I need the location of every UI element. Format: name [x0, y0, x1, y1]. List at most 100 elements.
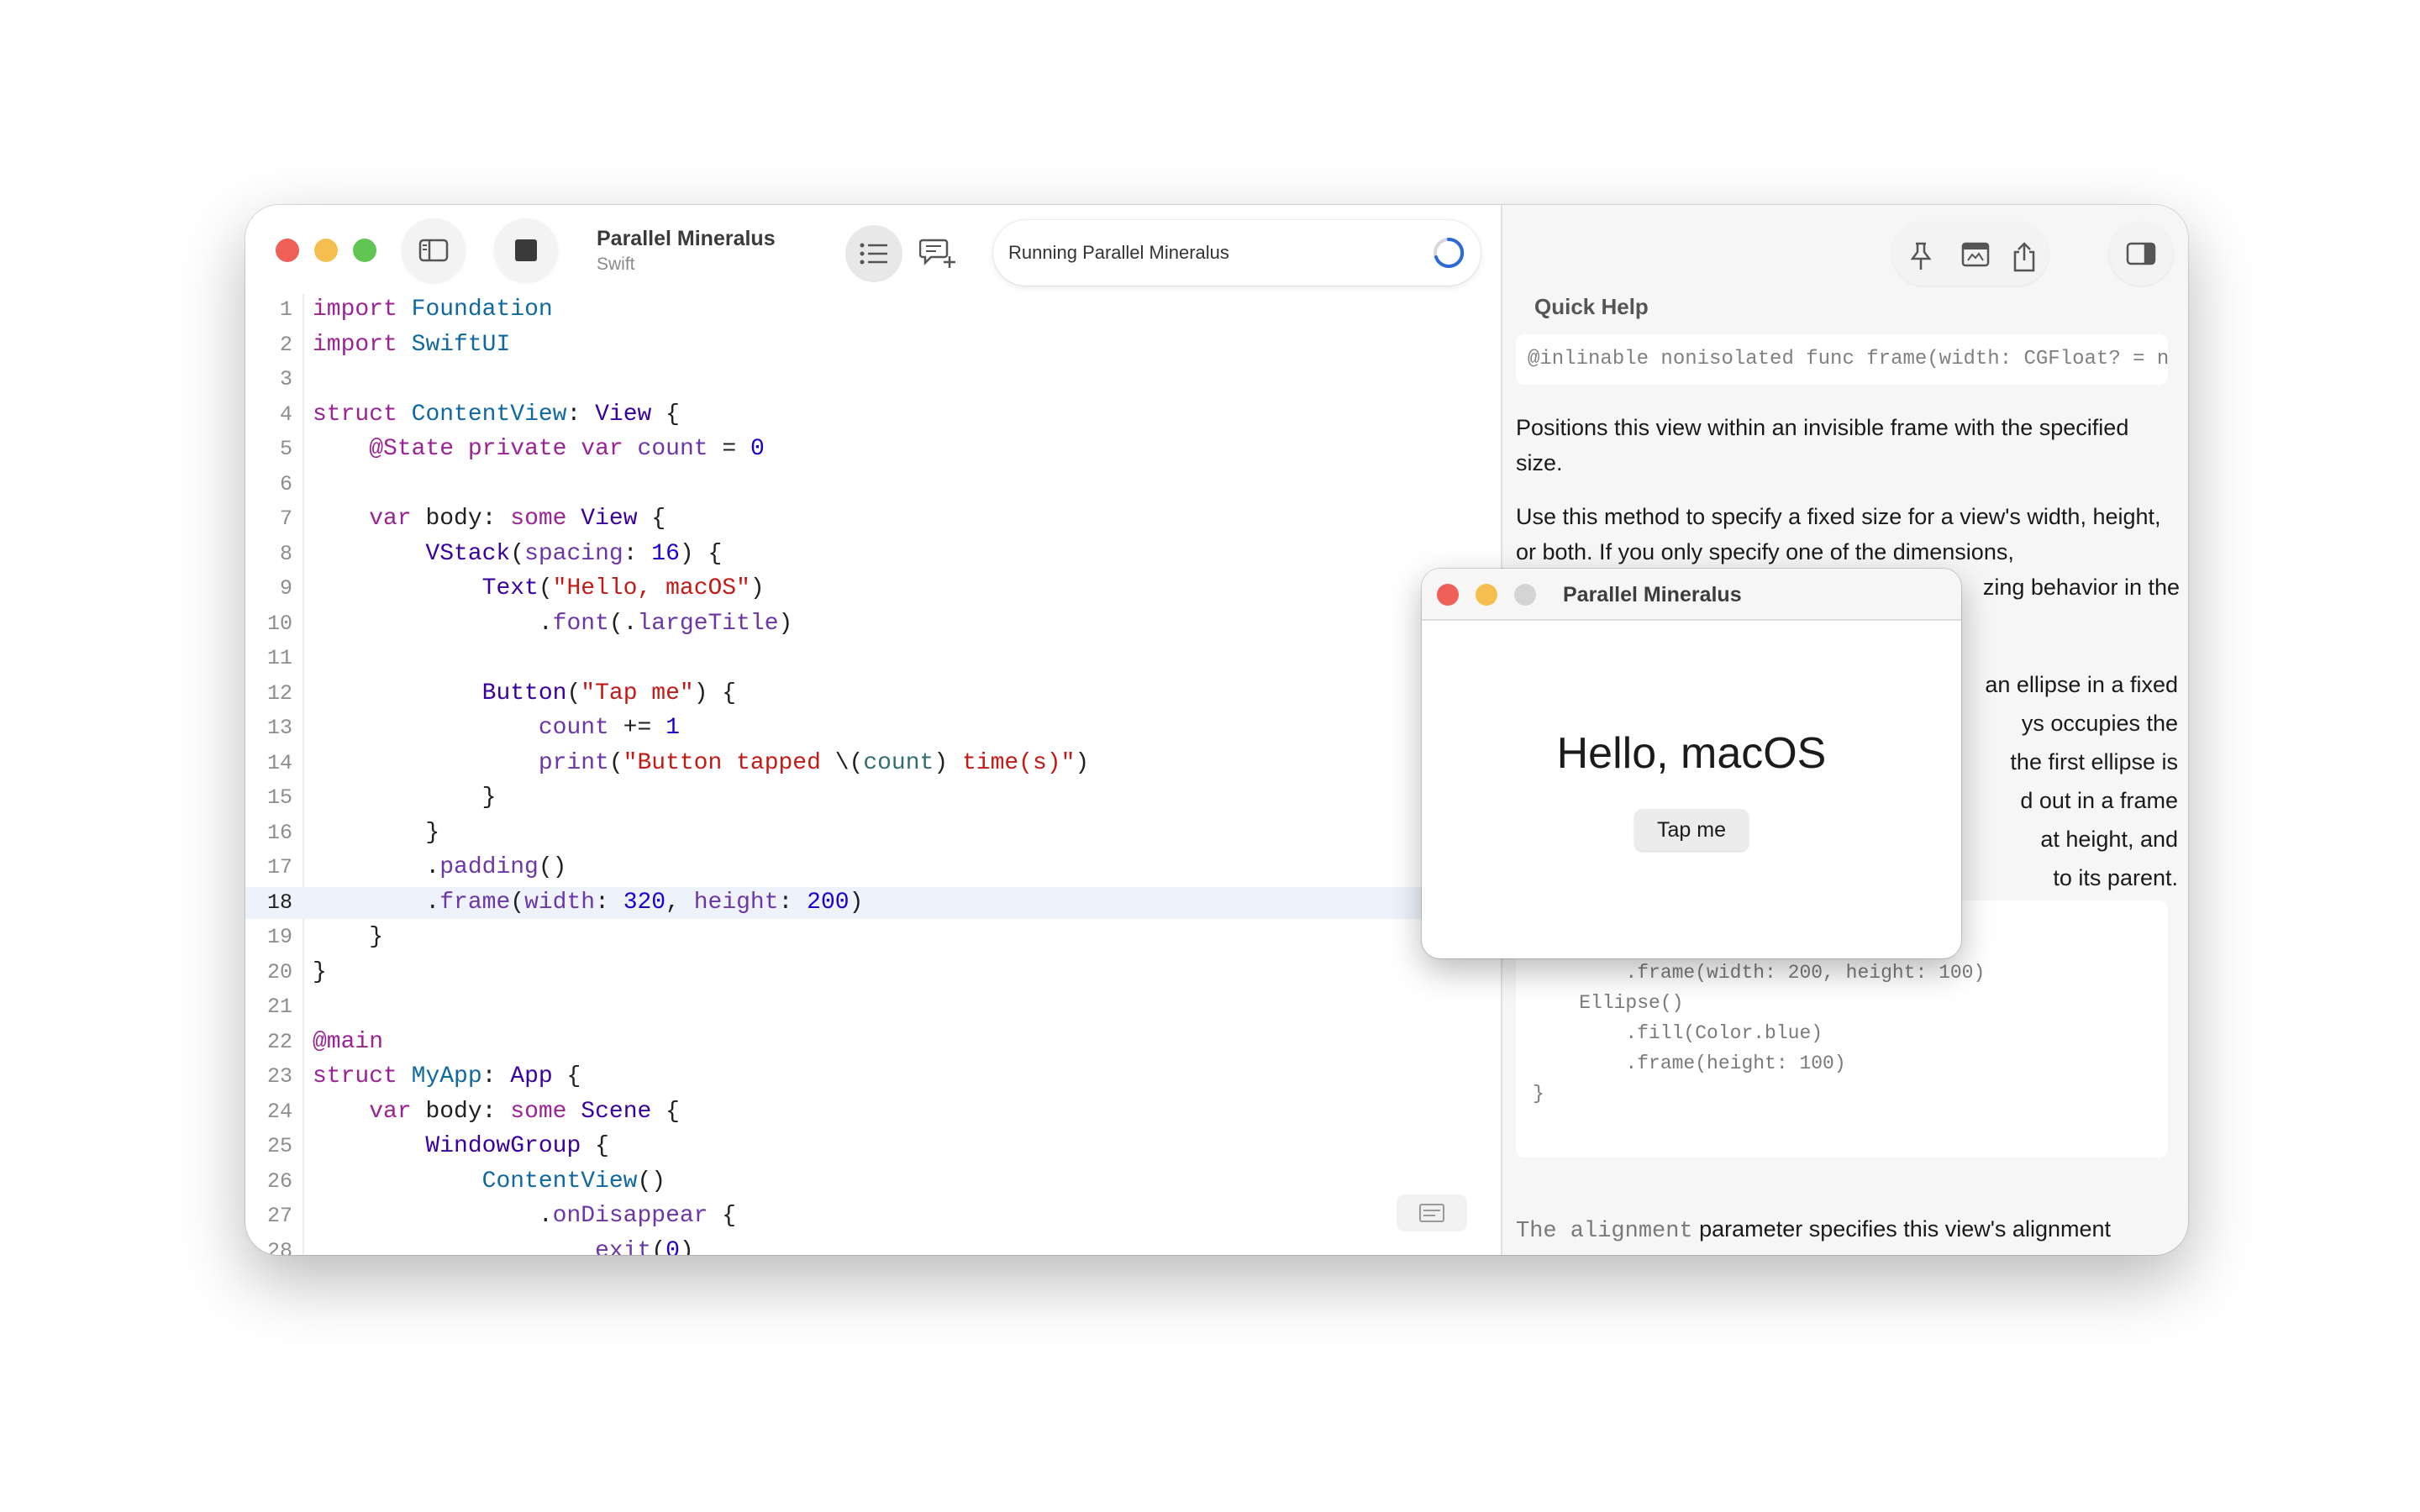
code-line[interactable]: 15 }: [245, 782, 1501, 814]
code-line[interactable]: 25 WindowGroup {: [245, 1131, 1501, 1163]
discussion-fragment: d out in a frame: [2020, 788, 2178, 813]
code-line[interactable]: 26 ContentView(): [245, 1166, 1501, 1198]
hello-text: Hello, macOS: [1556, 729, 1827, 778]
code-line[interactable]: 21: [245, 991, 1501, 1023]
inspector-toolbar: [1892, 222, 2049, 286]
zoom-button[interactable]: [353, 239, 376, 262]
quick-help-parameter-note: The alignment parameter specifies this v…: [1516, 1216, 2180, 1244]
pin-icon[interactable]: [1909, 242, 1933, 270]
code-text: count += 1: [538, 715, 680, 741]
code-line[interactable]: 17 .padding(): [245, 852, 1501, 884]
code-text: @main: [313, 1028, 384, 1055]
editor-pane: Parallel Mineralus Swift Running Paralle…: [245, 205, 1501, 1255]
code-line[interactable]: 28 exit(0): [245, 1236, 1501, 1256]
quick-help-title: Quick Help: [1534, 294, 1649, 319]
close-button[interactable]: [276, 239, 299, 262]
line-number: 23: [266, 1064, 292, 1089]
code-text: struct ContentView: View {: [313, 401, 680, 428]
chat-add-icon: [919, 239, 955, 268]
line-number: 16: [266, 820, 292, 845]
code-line[interactable]: 20}: [245, 957, 1501, 989]
status-text: Running Parallel Mineralus: [1008, 242, 1229, 263]
code-line[interactable]: 24 var body: some Scene {: [245, 1096, 1501, 1128]
tap-me-button[interactable]: Tap me: [1634, 809, 1749, 851]
code-text: .onDisappear {: [313, 1203, 737, 1229]
discussion-fragment: to its parent.: [2053, 865, 2178, 890]
discussion-fragment: an ellipse in a fixed: [1985, 672, 2178, 697]
code-line[interactable]: 27 .onDisappear {: [245, 1200, 1501, 1232]
app-minimize-button[interactable]: [1476, 584, 1497, 606]
code-line[interactable]: 9 Text("Hello, macOS"): [245, 573, 1501, 605]
code-line[interactable]: 13 count += 1: [245, 712, 1501, 744]
code-text: ContentView(): [481, 1168, 666, 1194]
app-zoom-button[interactable]: [1514, 584, 1536, 606]
code-line[interactable]: 1 import Foundation: [245, 294, 1501, 326]
sidebar-toggle-button[interactable]: [402, 218, 466, 282]
line-number: 22: [266, 1029, 292, 1054]
code-line[interactable]: 19 }: [245, 921, 1501, 953]
stop-button[interactable]: [494, 218, 558, 282]
code-line[interactable]: 16 }: [245, 817, 1501, 849]
minimap-icon: [1419, 1204, 1444, 1222]
code-line[interactable]: 23 struct MyApp: App {: [245, 1061, 1501, 1093]
code-sample-line: .frame(width: 200, height: 100): [1533, 962, 1986, 984]
line-number: 14: [266, 750, 292, 775]
code-sample-line: }: [1533, 1083, 1544, 1105]
quick-help-signature: @inlinable nonisolated func frame(width:…: [1516, 334, 2168, 385]
code-line[interactable]: 4 struct ContentView: View {: [245, 399, 1501, 431]
code-editor[interactable]: 1 import Foundation 2 import SwiftUI 3 4 struc…: [245, 294, 1501, 1255]
code-text: }: [313, 958, 327, 985]
list-button[interactable]: [845, 225, 902, 282]
code-line[interactable]: 2 import SwiftUI: [245, 329, 1501, 361]
line-number: 13: [266, 716, 292, 740]
activity-status[interactable]: Running Parallel Mineralus: [993, 220, 1481, 286]
code-text: struct MyApp: App {: [313, 1063, 581, 1089]
code-text: var body: some View {: [369, 506, 666, 532]
line-number: 9: [279, 576, 292, 601]
minimap-button[interactable]: [1397, 1194, 1467, 1231]
line-number: 2: [279, 332, 292, 357]
preview-window-icon[interactable]: [1961, 242, 1990, 267]
code-line[interactable]: 8 VStack(spacing: 16) {: [245, 538, 1501, 570]
code-line[interactable]: 6: [245, 469, 1501, 501]
toolbar-pill-group: [845, 222, 970, 286]
discussion-fragment: the first ellipse is: [2010, 749, 2178, 774]
line-number: 28: [266, 1238, 292, 1256]
parameter-description: parameter specifies this view's alignmen…: [1692, 1216, 2112, 1242]
code-line[interactable]: 5 @State private var count = 0: [245, 433, 1501, 465]
code-text: import Foundation: [313, 297, 553, 323]
quick-help-discussion: Use this method to specify a fixed size …: [1516, 504, 2161, 564]
code-text: print("Button tapped \(count) time(s)"): [538, 749, 1090, 776]
sidebar-right-icon: [2126, 242, 2156, 265]
line-number: 25: [266, 1134, 292, 1158]
discussion-fragment: ys occupies the: [2021, 711, 2178, 736]
app-titlebar: Parallel Mineralus: [1422, 569, 1961, 621]
line-number: 15: [266, 785, 292, 810]
line-number: 11: [266, 646, 292, 670]
line-number: 26: [266, 1168, 292, 1194]
code-line[interactable]: 11: [245, 643, 1501, 675]
code-line[interactable]: 18 .frame(width: 320, height: 200): [245, 886, 1501, 919]
code-line[interactable]: 22 @main: [245, 1026, 1501, 1058]
code-line[interactable]: 12 Button("Tap me") {: [245, 678, 1501, 710]
share-icon[interactable]: [2012, 242, 2037, 272]
line-number: 17: [266, 855, 292, 879]
code-line[interactable]: 10 .font(.largeTitle): [245, 608, 1501, 640]
inspector-toggle-button[interactable]: [2109, 222, 2173, 286]
line-number: 12: [266, 680, 292, 706]
line-number: 5: [279, 437, 292, 461]
quick-help-summary: Positions this view within an invisible …: [1516, 415, 2129, 475]
line-number: 10: [266, 611, 292, 636]
code-line[interactable]: 14 print("Button tapped \(count) time(s)…: [245, 748, 1501, 780]
app-close-button[interactable]: [1437, 584, 1459, 606]
code-line[interactable]: 7 var body: some View {: [245, 503, 1501, 535]
code-line[interactable]: 3: [245, 364, 1501, 396]
line-number: 24: [266, 1099, 292, 1124]
code-text: import SwiftUI: [313, 331, 511, 358]
code-text: .frame(width: 320, height: 200): [313, 889, 864, 916]
code-text: var body: some Scene {: [369, 1098, 680, 1125]
line-number: 3: [279, 367, 292, 391]
line-number: 6: [279, 471, 292, 496]
minimize-button[interactable]: [314, 239, 338, 262]
chat-button[interactable]: [909, 225, 966, 282]
